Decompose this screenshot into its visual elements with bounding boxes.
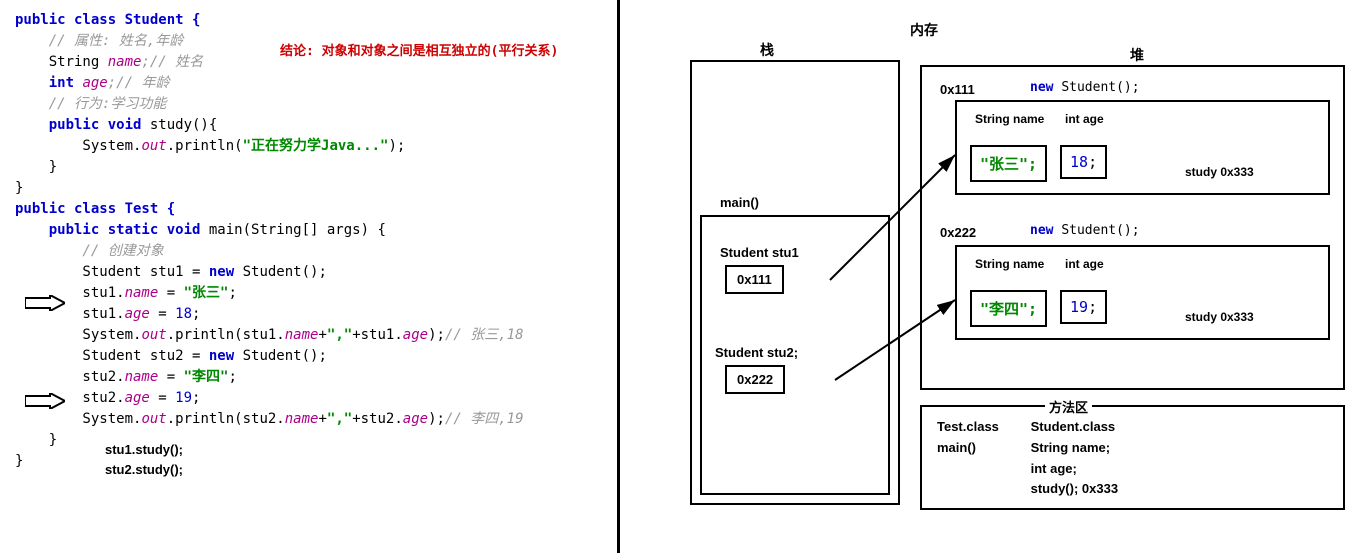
method-area-right: Student.class String name; int age; stud… xyxy=(1031,417,1118,500)
obj2-age-value: 19; xyxy=(1060,290,1107,324)
main-frame-label: main() xyxy=(720,195,759,210)
obj2-new: new Student(); xyxy=(1030,223,1140,238)
code-panel: public class Student { // 属性: 姓名,年龄 Stri… xyxy=(0,0,620,553)
stack-title: 栈 xyxy=(760,40,774,60)
obj2-address: 0x222 xyxy=(940,225,976,240)
obj1-address: 0x111 xyxy=(940,82,975,97)
conclusion-text: 结论: 对象和对象之间是相互独立的(平行关系) xyxy=(280,40,558,59)
study-call: stu1.study(); xyxy=(105,440,602,460)
memory-title: 内存 xyxy=(910,20,938,40)
stu2-value: 0x222 xyxy=(725,365,785,394)
obj1-age-value: 18; xyxy=(1060,145,1107,179)
obj1-new: new Student(); xyxy=(1030,80,1140,95)
method-area-region: Test.class main() Student.class String n… xyxy=(920,405,1345,510)
obj1-study-ref: study 0x333 xyxy=(1185,165,1254,179)
heap-title: 堆 xyxy=(1130,45,1144,65)
obj2-name-label: String name xyxy=(975,257,1044,271)
obj1-age-label: int age xyxy=(1065,112,1104,126)
code-line: public class Student { xyxy=(15,10,602,31)
obj1-name-value: "张三"; xyxy=(970,145,1047,182)
arrow-icon xyxy=(25,295,65,311)
stu2-label: Student stu2; xyxy=(715,345,798,360)
obj2-age-label: int age xyxy=(1065,257,1104,271)
obj2-study-ref: study 0x333 xyxy=(1185,310,1254,324)
study-call: stu2.study(); xyxy=(105,460,602,480)
obj2-name-value: "李四"; xyxy=(970,290,1047,327)
arrow-icon xyxy=(25,393,65,409)
obj1-name-label: String name xyxy=(975,112,1044,126)
method-area-title: 方法区 xyxy=(1045,397,1092,416)
stu1-label: Student stu1 xyxy=(720,245,799,260)
method-area-left: Test.class main() xyxy=(937,417,1027,459)
stu1-value: 0x111 xyxy=(725,265,784,294)
